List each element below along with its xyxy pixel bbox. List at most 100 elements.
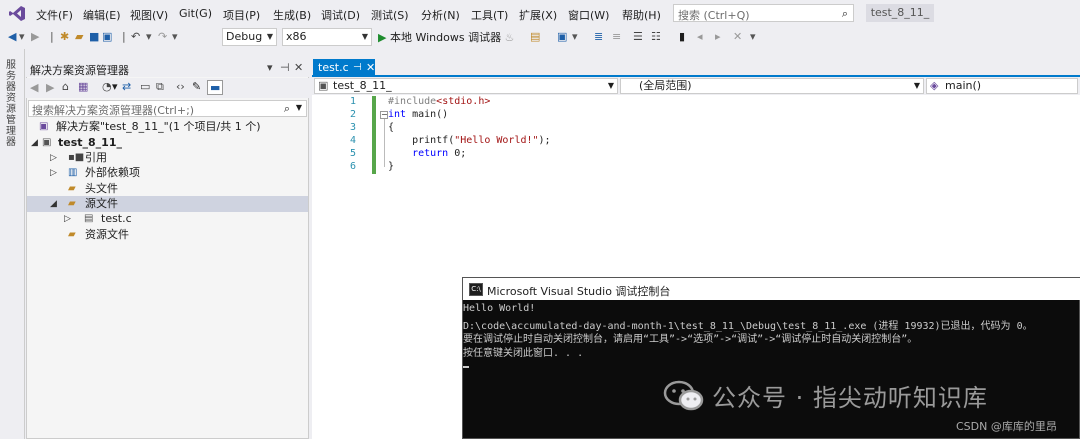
tree-header-files-node[interactable]: ▰ 头文件: [27, 181, 308, 197]
tree-external-deps-node[interactable]: ▷ ▥ 外部依赖项: [27, 165, 308, 181]
menu-build[interactable]: 生成(B): [273, 7, 311, 23]
redo-icon[interactable]: ↷: [158, 30, 167, 43]
tree-resource-files-node[interactable]: ▰ 资源文件: [27, 227, 308, 243]
tab-test-c[interactable]: test.c ⊣ ✕: [313, 59, 375, 76]
save-icon[interactable]: ■: [89, 30, 99, 43]
preview-icon[interactable]: ▬: [207, 80, 224, 95]
open-folder-icon[interactable]: ▰: [75, 30, 83, 43]
code-token: printf(: [388, 135, 455, 146]
undo-icon[interactable]: ↶: [131, 30, 140, 43]
tree-label: test_8_11_: [58, 136, 122, 149]
uncomment-icon[interactable]: ☷: [651, 30, 661, 43]
sync-icon[interactable]: ⇄: [122, 80, 131, 93]
tree-references-node[interactable]: ▷ ▪■ 引用: [27, 150, 308, 166]
menu-view[interactable]: 视图(V): [130, 7, 168, 23]
debug-console-titlebar[interactable]: C:\ Microsoft Visual Studio 调试控制台: [463, 278, 1080, 300]
collapse-all-icon[interactable]: ▭: [140, 80, 150, 93]
back-dropdown-icon[interactable]: ▾: [19, 30, 25, 43]
close-icon[interactable]: ✕: [366, 59, 375, 76]
menu-tools[interactable]: 工具(T): [471, 7, 508, 23]
configuration-select[interactable]: Debug ▼: [222, 28, 277, 46]
start-debugging-button[interactable]: ▶ 本地 Windows 调试器 ♨: [378, 29, 514, 45]
menu-analyze[interactable]: 分析(N): [421, 7, 460, 23]
close-icon[interactable]: ✕: [294, 61, 303, 74]
tree-project-node[interactable]: ◢ ▣ test_8_11_: [27, 135, 308, 151]
bookmark-icon[interactable]: ▮: [679, 30, 685, 43]
expanded-arrow-icon[interactable]: ◢: [31, 135, 38, 151]
code-line-4: printf("Hello World!");: [388, 135, 551, 146]
code-view-icon[interactable]: ‹›: [176, 80, 185, 93]
properties-icon[interactable]: ✎: [192, 80, 201, 93]
comment-icon[interactable]: ☰: [633, 30, 643, 43]
screenshot-dropdown-icon[interactable]: ▾: [572, 30, 578, 43]
format-icon[interactable]: ≣: [594, 30, 603, 43]
global-search-input[interactable]: 搜索 (Ctrl+Q) ⌕: [673, 4, 854, 22]
window-position-icon[interactable]: ▾: [267, 61, 273, 74]
menu-edit[interactable]: 编辑(E): [83, 7, 121, 23]
tree-source-files-node[interactable]: ◢ ▰ 源文件: [27, 196, 308, 212]
search-icon: ⌕: [283, 102, 290, 115]
menu-extensions[interactable]: 扩展(X): [519, 7, 557, 23]
back-icon[interactable]: ◀: [30, 81, 38, 94]
switch-views-icon[interactable]: ▦: [78, 80, 88, 93]
show-all-files-icon[interactable]: ⧉: [156, 80, 164, 94]
undo-dropdown-icon[interactable]: ▾: [146, 30, 152, 43]
scope-nav-value: (全局范围): [639, 79, 692, 92]
find-in-files-icon[interactable]: ▤: [530, 30, 540, 43]
clear-bookmarks-icon[interactable]: ✕: [733, 30, 742, 43]
collapsed-arrow-icon[interactable]: ▷: [50, 150, 57, 166]
method-icon: ◈: [930, 79, 939, 92]
menu-git[interactable]: Git(G): [179, 7, 212, 20]
scope-nav-select[interactable]: (全局范围) ▼: [620, 78, 924, 94]
expanded-arrow-icon[interactable]: ◢: [50, 196, 57, 212]
line-number: 3: [349, 122, 356, 133]
tree-solution-node[interactable]: ▣ 解决方案"test_8_11_"(1 个项目/共 1 个): [27, 119, 308, 135]
menu-project[interactable]: 项目(P): [223, 7, 260, 23]
server-explorer-tab[interactable]: 服务器资源管理器: [6, 60, 18, 148]
toolbar-overflow-icon[interactable]: ▾: [750, 30, 756, 43]
folder-icon: ▰: [68, 229, 76, 240]
tree-label: 源文件: [85, 197, 118, 210]
chevron-down-icon: ▼: [295, 103, 302, 112]
save-all-icon[interactable]: ▣: [102, 30, 112, 43]
collapse-icon[interactable]: −: [380, 111, 388, 119]
collapsed-arrow-icon[interactable]: ▷: [50, 165, 57, 181]
menu-debug[interactable]: 调试(D): [321, 7, 360, 23]
collapsed-arrow-icon[interactable]: ▷: [64, 211, 71, 227]
back-icon[interactable]: ◀: [8, 30, 16, 43]
home-icon[interactable]: ⌂: [62, 80, 69, 93]
tree-test-c-node[interactable]: ▷ ▤ test.c: [27, 211, 308, 227]
pending-changes-icon[interactable]: ◔: [102, 80, 112, 93]
code-token: );: [538, 135, 551, 146]
menu-window[interactable]: 窗口(W): [568, 7, 609, 23]
flame-icon: ♨: [504, 31, 515, 44]
member-nav-value: main(): [945, 79, 982, 92]
project-nav-select[interactable]: ▣ test_8_11_ ▼: [314, 78, 618, 94]
forward-icon[interactable]: ▶: [46, 81, 54, 94]
member-nav-select[interactable]: ◈ main(): [926, 78, 1078, 94]
pin-icon[interactable]: ⊣: [280, 61, 290, 74]
redo-dropdown-icon[interactable]: ▾: [172, 30, 178, 43]
solution-search-input[interactable]: 搜索解决方案资源管理器(Ctrl+;) ⌕ ▼: [28, 100, 307, 117]
menu-help[interactable]: 帮助(H): [622, 7, 661, 23]
next-bookmark-icon[interactable]: ▸: [715, 30, 721, 43]
console-output-line: 要在调试停止时自动关闭控制台，请启用“工具”->“选项”->“调试”->“调试停…: [463, 334, 918, 345]
outdent-icon[interactable]: ≡: [612, 30, 621, 43]
project-icon: ▣: [318, 79, 329, 92]
pending-changes-dropdown-icon[interactable]: ▾: [112, 80, 118, 93]
menu-test[interactable]: 测试(S): [371, 7, 409, 23]
menu-file[interactable]: 文件(F): [36, 7, 73, 23]
prev-bookmark-icon[interactable]: ◂: [697, 30, 703, 43]
pin-icon[interactable]: ⊣: [353, 59, 362, 76]
tab-label: test.c: [318, 61, 349, 74]
screenshot-icon[interactable]: ▣: [557, 30, 567, 43]
solution-icon: ▣: [39, 121, 49, 132]
wechat-logo-icon: [663, 380, 704, 411]
line-number: 2: [349, 109, 356, 120]
platform-select[interactable]: x86 ▼: [282, 28, 372, 46]
line-number: 4: [349, 135, 356, 146]
start-debugging-label: 本地 Windows 调试器: [389, 31, 502, 44]
project-nav-value: test_8_11_: [333, 79, 392, 92]
new-item-icon[interactable]: ✱: [60, 30, 69, 43]
forward-icon[interactable]: ▶: [31, 30, 39, 43]
